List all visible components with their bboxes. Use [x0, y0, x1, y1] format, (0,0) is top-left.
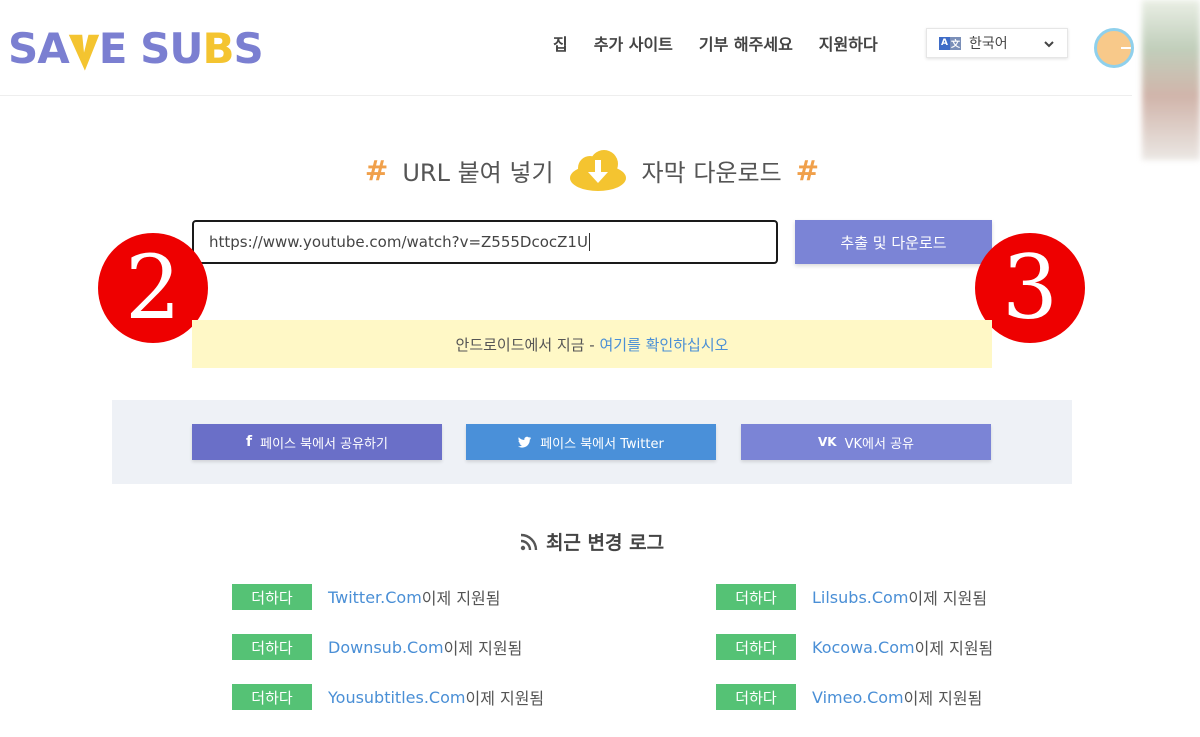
chevron-down-icon — [1044, 41, 1054, 48]
log-site-link[interactable]: Kocowa.Com — [812, 638, 915, 657]
facebook-icon: f — [246, 434, 253, 450]
hash-right: # — [795, 153, 820, 187]
share-section: f 페이스 북에서 공유하기 페이스 북에서 Twitter VK VK에서 공… — [112, 400, 1072, 484]
changelog-item: 더하다 Kocowa.Com 이제 지원됨 — [716, 634, 993, 660]
share-vk-button[interactable]: VK VK에서 공유 — [741, 424, 991, 460]
logo-text-sa: SA — [8, 24, 70, 73]
log-tag: 더하다 — [232, 684, 312, 710]
side-thumbnail-strip — [1142, 0, 1200, 160]
nav-support[interactable]: 지원하다 — [819, 31, 878, 55]
hero-title: # URL 붙여 넣기 자막 다운로드 # — [0, 148, 1184, 192]
twitter-icon — [518, 436, 532, 448]
log-tag: 더하다 — [232, 584, 312, 610]
log-tag: 더하다 — [232, 634, 312, 660]
log-tag: 더하다 — [716, 584, 796, 610]
changelog-title: 최근 변경 로그 — [545, 532, 665, 554]
share-twitter-button[interactable]: 페이스 북에서 Twitter — [466, 424, 716, 460]
language-selected: 한국어 — [969, 36, 1008, 52]
logo-text-su: SU — [140, 24, 203, 73]
notice-link[interactable]: 여기를 확인하십시오 — [599, 334, 728, 355]
log-suffix: 이제 지원됨 — [903, 689, 983, 708]
user-avatar[interactable] — [1094, 28, 1134, 68]
translate-icon: A文 — [939, 36, 961, 50]
share-vk-label: VK에서 공유 — [844, 436, 914, 452]
changelog-item: 더하다 Yousubtitles.Com 이제 지원됨 — [232, 684, 544, 710]
hero-title-right: 자막 다운로드 — [641, 158, 782, 187]
nav-donate[interactable]: 기부 해주세요 — [699, 31, 793, 55]
vk-icon: VK — [818, 435, 837, 449]
changelog-heading: 최근 변경 로그 — [0, 528, 1184, 555]
hash-left: # — [364, 153, 389, 187]
rss-icon — [520, 533, 538, 550]
nav-home[interactable]: 집 — [553, 31, 568, 55]
savesubs-logo[interactable]: SA E SUBS — [8, 22, 264, 78]
url-input-value: https://www.youtube.com/watch?v=Z555Dcoc… — [209, 233, 588, 251]
share-facebook-button[interactable]: f 페이스 북에서 공유하기 — [192, 424, 442, 460]
log-suffix: 이제 지원됨 — [421, 589, 501, 608]
changelog-item: 더하다 Downsub.Com 이제 지원됨 — [232, 634, 522, 660]
log-site-link[interactable]: Yousubtitles.Com — [328, 688, 465, 707]
extract-download-button[interactable]: 추출 및 다운로드 — [795, 220, 992, 264]
hero-title-left: URL 붙여 넣기 — [402, 158, 554, 187]
log-tag: 더하다 — [716, 634, 796, 660]
main-nav: 집 추가 사이트 기부 해주세요 지원하다 — [553, 31, 904, 55]
share-facebook-label: 페이스 북에서 공유하기 — [260, 436, 388, 452]
logo-text-s: S — [233, 24, 263, 73]
cloud-download-icon — [569, 150, 626, 191]
log-site-link[interactable]: Lilsubs.Com — [812, 588, 908, 607]
changelog-item: 더하다 Vimeo.Com 이제 지원됨 — [716, 684, 982, 710]
log-site-link[interactable]: Twitter.Com — [328, 588, 422, 607]
nav-more-sites[interactable]: 추가 사이트 — [594, 31, 673, 55]
log-suffix: 이제 지원됨 — [465, 689, 545, 708]
notice-text: 안드로이드에서 지금 - — [455, 335, 595, 354]
log-suffix: 이제 지원됨 — [914, 639, 994, 658]
share-twitter-label: 페이스 북에서 Twitter — [540, 436, 664, 452]
language-select[interactable]: A文 한국어 — [926, 28, 1068, 58]
log-site-link[interactable]: Vimeo.Com — [812, 688, 904, 707]
logo-text-b: B — [202, 24, 234, 73]
log-suffix: 이제 지원됨 — [443, 639, 523, 658]
text-caret — [588, 233, 590, 251]
android-notice: 안드로이드에서 지금 - 여기를 확인하십시오 — [192, 320, 992, 368]
logo-v-icon — [68, 34, 99, 71]
changelog-item: 더하다 Twitter.Com 이제 지원됨 — [232, 584, 500, 610]
site-header: SA E SUBS 집 추가 사이트 기부 해주세요 지원하다 A文 한국어 — [0, 0, 1132, 96]
log-suffix: 이제 지원됨 — [908, 589, 988, 608]
log-tag: 더하다 — [716, 684, 796, 710]
logo-text-e: E — [98, 24, 141, 73]
url-input[interactable]: https://www.youtube.com/watch?v=Z555Dcoc… — [192, 220, 778, 264]
changelog-item: 더하다 Lilsubs.Com 이제 지원됨 — [716, 584, 987, 610]
log-site-link[interactable]: Downsub.Com — [328, 638, 444, 657]
